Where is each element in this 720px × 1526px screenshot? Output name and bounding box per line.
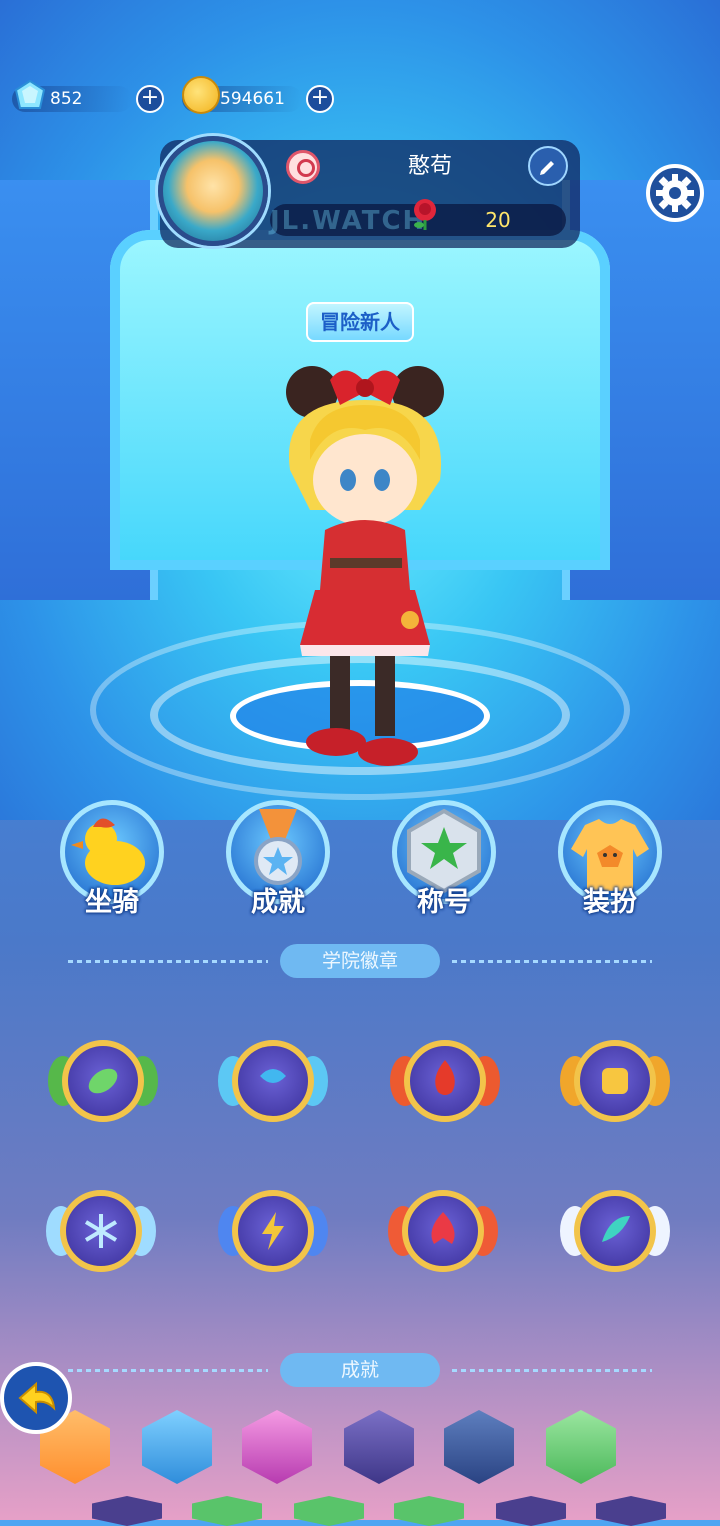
achievements-section-header: 成就 (60, 1353, 660, 1387)
menu-outfit[interactable]: 装扮 (550, 800, 670, 920)
menu-outfit-label: 装扮 (583, 887, 637, 918)
fire-badge-icon[interactable] (390, 1026, 500, 1136)
achievement-item[interactable] (142, 1410, 212, 1484)
badge-emblem (60, 1190, 142, 1272)
badges-section-header: 学院徽章 (60, 944, 660, 978)
add-coins-button[interactable]: + (306, 85, 334, 113)
edit-name-button[interactable] (528, 146, 568, 186)
leaf-badge-icon[interactable] (48, 1026, 158, 1136)
badges-section-title: 学院徽章 (280, 944, 440, 978)
avatar[interactable] (158, 136, 268, 246)
gear-icon (656, 174, 694, 212)
female-gender-icon (286, 150, 320, 184)
menu-mount[interactable]: 坐骑 (52, 800, 172, 920)
flame-badge-icon[interactable] (388, 1176, 498, 1286)
divider (68, 960, 268, 963)
water-badge-icon[interactable] (218, 1026, 328, 1136)
achievement-item[interactable] (294, 1496, 364, 1526)
achievements-section-title: 成就 (280, 1353, 440, 1387)
badge-emblem (232, 1190, 314, 1272)
earth-badge-icon[interactable] (560, 1026, 670, 1136)
player-character[interactable] (270, 360, 460, 780)
achievement-item[interactable] (344, 1410, 414, 1484)
back-button[interactable] (0, 1362, 72, 1434)
player-title-tag: 冒险新人 (306, 302, 414, 342)
achievement-item[interactable] (444, 1410, 514, 1484)
pencil-icon (540, 161, 554, 175)
badge-emblem (62, 1040, 144, 1122)
menu-mount-label: 坐骑 (85, 887, 139, 918)
menu-title[interactable]: 称号 (384, 800, 504, 920)
coin-counter: 594661 + (182, 76, 334, 114)
settings-button[interactable] (646, 164, 704, 222)
badge-emblem (232, 1040, 314, 1122)
ice-badge-icon[interactable] (46, 1176, 156, 1286)
wind-badge-icon[interactable] (560, 1176, 670, 1286)
badge-emblem (574, 1190, 656, 1272)
achievement-item[interactable] (192, 1496, 262, 1526)
lightning-badge-icon[interactable] (218, 1176, 328, 1286)
divider (452, 1369, 652, 1372)
menu-achievement[interactable]: 成就 (218, 800, 338, 920)
cat-coin-icon (182, 76, 220, 114)
divider (452, 960, 652, 963)
badge-emblem (402, 1190, 484, 1272)
menu-title-label: 称号 (417, 887, 471, 918)
gem-counter: 852 + (12, 79, 164, 114)
achievement-item[interactable] (394, 1496, 464, 1526)
add-gems-button[interactable]: + (136, 85, 164, 113)
badge-emblem (574, 1040, 656, 1122)
badge-emblem (404, 1040, 486, 1122)
achievement-item[interactable] (596, 1496, 666, 1526)
watermark-text: JL.WATCH (270, 206, 427, 236)
achievement-item[interactable] (546, 1410, 616, 1484)
achievement-item[interactable] (496, 1496, 566, 1526)
rose-count: 20 (485, 208, 511, 232)
back-arrow-icon (18, 1381, 56, 1415)
achievement-item[interactable] (242, 1410, 312, 1484)
gem-icon (14, 79, 46, 109)
divider (68, 1369, 268, 1372)
menu-achievement-label: 成就 (251, 887, 305, 918)
rose-icon (414, 199, 436, 230)
player-name: 憨苟 (407, 154, 452, 179)
achievement-item[interactable] (92, 1496, 162, 1526)
